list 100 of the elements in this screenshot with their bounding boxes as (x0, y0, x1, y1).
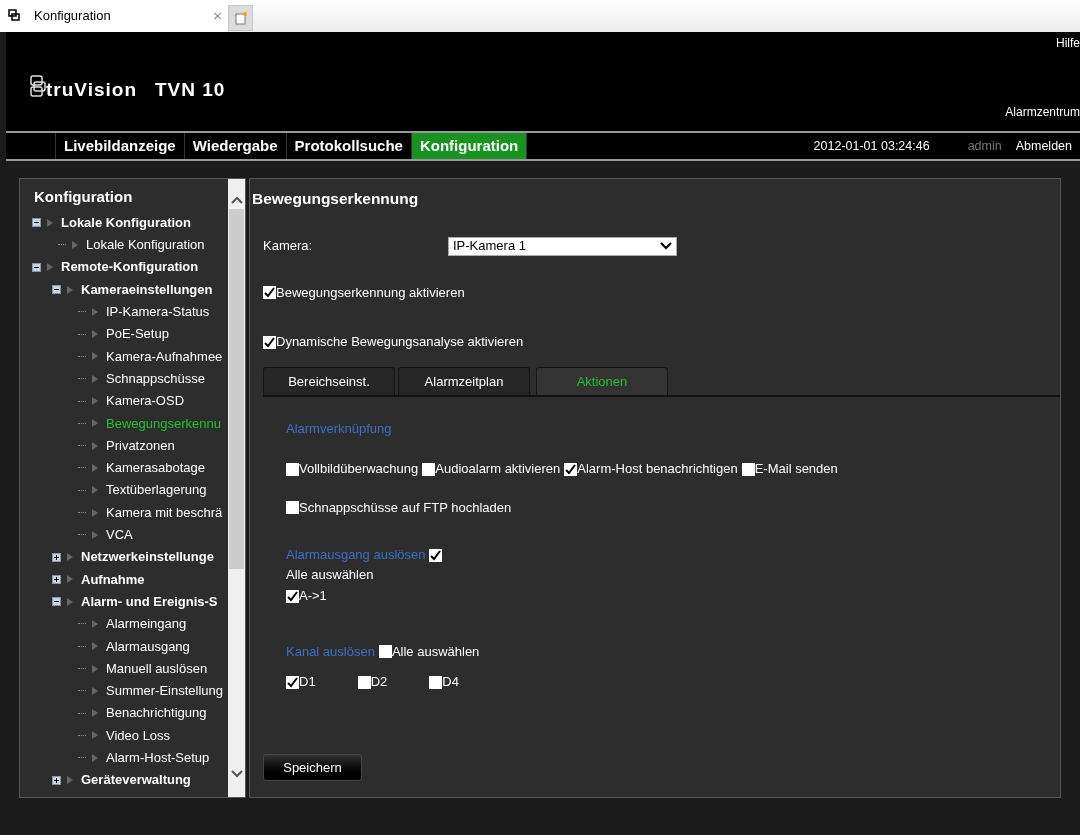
tree-item[interactable]: Alarm- und Ereignis-S (81, 591, 218, 612)
checkbox[interactable] (422, 462, 436, 476)
checkbox-label: Schnappschüsse auf FTP hochladen (299, 498, 512, 517)
tree-item[interactable]: VCA (106, 525, 133, 545)
checkbox-label: Vollbildüberwachung (299, 460, 419, 479)
check-icon (287, 590, 298, 602)
tree-item[interactable]: Bewegungserkennu (106, 413, 221, 434)
triangle-icon (92, 307, 98, 316)
checkbox[interactable] (429, 675, 443, 689)
tree-item[interactable]: Lokale Konfiguration (86, 235, 205, 255)
triangle-icon (92, 709, 98, 718)
checkbox[interactable] (357, 675, 371, 689)
checkbox-label: D4 (442, 673, 459, 692)
tree-item[interactable]: Aufnahme (81, 569, 145, 590)
tree-item[interactable]: Privatzonen (106, 435, 175, 456)
tree-item[interactable]: Remote-Konfiguration (61, 257, 199, 277)
tree-item[interactable]: Geräteverwaltung (81, 770, 191, 790)
expand-icon[interactable] (52, 574, 61, 584)
triangle-icon (47, 263, 53, 272)
triangle-icon (92, 530, 98, 539)
checkbox-label: D1 (299, 673, 316, 692)
checkbox[interactable] (286, 675, 299, 689)
checkbox[interactable] (286, 462, 299, 476)
tree-item[interactable]: Video Loss (106, 725, 171, 746)
close-button[interactable]: × (213, 4, 222, 28)
checkbox[interactable] (286, 589, 299, 603)
help-link[interactable]: Hilfe (1056, 34, 1080, 52)
triangle-icon (92, 620, 98, 628)
tree-item[interactable]: Kameraeinstellungen (81, 279, 213, 300)
triangle-icon (67, 776, 73, 785)
nav-tab[interactable]: Wiedergabe (184, 133, 287, 159)
new-page-icon (234, 11, 247, 25)
tree-item[interactable]: Manuell auslösen (106, 658, 208, 679)
section-heading: Kanal auslösen (286, 642, 375, 661)
logout-link[interactable]: Abmelden (1015, 136, 1072, 156)
tree-item[interactable]: Kamera-OSD (106, 391, 185, 411)
tab[interactable]: Alarmzeitplan (398, 366, 530, 395)
nav-tab[interactable]: Livebildanzeige (56, 133, 185, 159)
camera-select[interactable]: IP-Kamera 1 (448, 236, 677, 256)
triangle-icon (92, 397, 98, 405)
tree-item[interactable]: Kamera mit beschrä (106, 502, 223, 523)
tree-item[interactable]: Alarm-Host-Setup (106, 748, 210, 768)
triangle-icon (92, 330, 98, 339)
tab[interactable]: Bereichseinst. (263, 366, 395, 395)
tree-item[interactable]: Alarmausgang (106, 636, 190, 657)
select-all-label: Alle auswählen (286, 565, 375, 584)
checkbox[interactable] (741, 462, 755, 476)
checkbox-label: Audioalarm aktivieren (435, 460, 561, 479)
triangle-icon (67, 553, 73, 562)
tree-item[interactable]: Textüberlagerung (106, 480, 207, 500)
expand-icon[interactable] (52, 775, 61, 785)
triangle-icon (92, 731, 98, 740)
checkbox[interactable] (263, 335, 276, 349)
tree-item[interactable]: Alarmeingang (106, 614, 187, 634)
collapse-icon[interactable] (52, 597, 61, 607)
scrollbar[interactable] (228, 179, 245, 797)
checkbox[interactable] (378, 645, 392, 658)
chevron-down-icon (660, 242, 672, 250)
tree-item[interactable]: Kamera-Aufnahmee (106, 346, 223, 367)
checkbox[interactable] (263, 286, 276, 299)
tree-item[interactable]: PoE-Setup (106, 324, 169, 344)
checkbox-label: Alarm-Host benachrichtigen (577, 460, 738, 479)
check-icon (430, 549, 442, 561)
user-name: admin (967, 137, 1002, 155)
checkbox[interactable] (564, 462, 578, 476)
tree-item[interactable]: IP-Kamera-Status (106, 302, 210, 322)
checkbox[interactable] (429, 548, 443, 562)
sidebar-title: Konfiguration (33, 187, 134, 207)
check-icon (264, 336, 275, 348)
save-button[interactable]: Speichern (263, 753, 362, 781)
triangle-icon (92, 664, 98, 673)
section-heading: Alarmausgang auslösen (286, 546, 426, 565)
tree-item[interactable]: Lokale Konfiguration (61, 212, 191, 233)
collapse-icon[interactable] (32, 262, 41, 272)
logo-icon (30, 74, 46, 97)
scrollbar-thumb[interactable] (229, 209, 244, 569)
triangle-icon (92, 508, 98, 517)
checkbox[interactable] (286, 501, 299, 514)
alarm-center-link[interactable]: Alarmzentrum (1005, 103, 1080, 121)
nav-tab[interactable]: Protokollsuche (286, 133, 412, 159)
checkbox-label: Dynamische Bewegungsanalyse aktivieren (276, 333, 524, 352)
tree-item[interactable]: Netzwerkeinstellunge (81, 547, 214, 567)
browser-tab-title[interactable]: Konfiguration (34, 6, 111, 26)
tab-icon (8, 9, 20, 23)
tab[interactable]: Aktionen (536, 366, 668, 395)
triangle-icon (67, 575, 73, 584)
section-heading: Alarmverknüpfung (286, 419, 393, 438)
tree-item[interactable]: Summer-Einstellung (106, 681, 224, 701)
checkbox-label: Bewegungserkennung aktivieren (276, 283, 465, 302)
collapse-icon[interactable] (32, 218, 41, 228)
check-icon (264, 287, 275, 298)
triangle-icon (92, 642, 98, 651)
tree-item[interactable]: Schnappschüsse (106, 368, 205, 389)
collapse-icon[interactable] (52, 285, 61, 295)
nav-tab[interactable]: Konfiguration (411, 133, 528, 159)
checkbox-label: D2 (370, 673, 388, 692)
triangle-icon (72, 240, 78, 249)
tree-item[interactable]: Kamerasabotage (106, 458, 205, 478)
tree-item[interactable]: Benachrichtigung (106, 703, 207, 723)
expand-icon[interactable] (52, 552, 61, 562)
